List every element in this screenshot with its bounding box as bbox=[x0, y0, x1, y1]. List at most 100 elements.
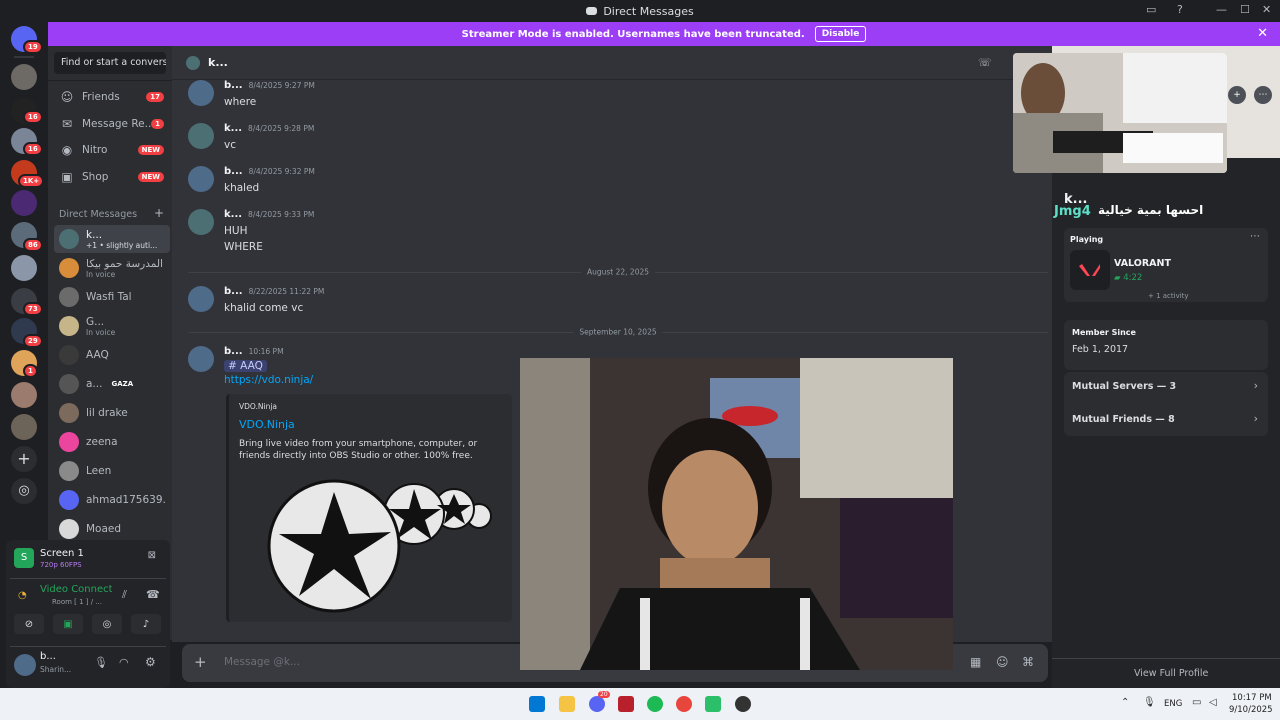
clock-date[interactable]: 9/10/2025 bbox=[1229, 705, 1273, 715]
nav-friends[interactable]: ☺ Friends 17 bbox=[54, 85, 168, 109]
share-screen-button[interactable]: ▣ bbox=[53, 614, 83, 634]
sticker-icon[interactable]: ▦ bbox=[970, 655, 981, 669]
more-activity[interactable]: + 1 activity bbox=[1148, 292, 1189, 300]
attach-plus-icon[interactable]: + bbox=[194, 653, 207, 671]
add-server-icon[interactable]: + bbox=[11, 446, 37, 472]
create-dm-icon[interactable]: + bbox=[154, 206, 164, 220]
dm-item[interactable]: Moaed bbox=[54, 515, 170, 543]
chrome-icon[interactable] bbox=[676, 696, 692, 712]
app-icon[interactable] bbox=[705, 696, 721, 712]
mutual-servers[interactable]: Mutual Servers — 3 bbox=[1072, 381, 1176, 392]
avatar[interactable] bbox=[188, 80, 214, 106]
message-link[interactable]: https://vdo.ninja/ bbox=[224, 374, 313, 386]
search-conversation-button[interactable]: Find or start a convers... bbox=[54, 52, 166, 74]
message-text: khalid come vc bbox=[224, 302, 304, 314]
server-icon[interactable] bbox=[11, 382, 37, 408]
nitro-icon: ◉ bbox=[61, 143, 73, 157]
call-icon[interactable]: ☏ bbox=[978, 56, 992, 69]
app-icon[interactable] bbox=[735, 696, 751, 712]
app-icon[interactable] bbox=[618, 696, 634, 712]
emoji-icon[interactable]: ☺ bbox=[996, 655, 1009, 669]
avatar[interactable] bbox=[188, 166, 214, 192]
avatar[interactable] bbox=[188, 209, 214, 235]
camera-off-button[interactable]: ⊘ bbox=[14, 614, 44, 634]
server-icon[interactable] bbox=[11, 190, 37, 216]
screen-title: Screen 1 bbox=[40, 548, 84, 559]
message-author[interactable]: b... bbox=[224, 286, 243, 297]
nav-message-requests[interactable]: ✉ Message Re... 1 bbox=[54, 112, 168, 136]
disconnect-icon[interactable]: ☎ bbox=[146, 588, 160, 601]
avatar[interactable] bbox=[188, 123, 214, 149]
game-time-value: 4:22 bbox=[1123, 273, 1143, 283]
message-author[interactable]: b... bbox=[224, 346, 243, 357]
dm-item[interactable]: Leen bbox=[54, 457, 170, 485]
nav-shop[interactable]: ▣ Shop NEW bbox=[54, 165, 168, 189]
server-icon[interactable] bbox=[11, 255, 37, 281]
minimize-button[interactable]: — bbox=[1216, 3, 1227, 16]
dm-section-header: Direct Messages bbox=[59, 209, 138, 220]
channel-mention[interactable]: # AAQ bbox=[224, 360, 267, 372]
message-author[interactable]: b... bbox=[224, 166, 243, 177]
message-author[interactable]: b... bbox=[224, 80, 243, 91]
start-windows-icon[interactable] bbox=[529, 696, 545, 712]
dm-status: In voice bbox=[86, 269, 116, 279]
dm-item[interactable]: المدرسة حمو بيكا In voice bbox=[54, 254, 170, 282]
avatar[interactable] bbox=[14, 654, 36, 676]
dm-item[interactable]: lil drake bbox=[54, 399, 170, 427]
microphone-icon[interactable]: 🎙 bbox=[1143, 697, 1156, 708]
discord-taskbar-icon[interactable] bbox=[589, 696, 605, 712]
file-explorer-icon[interactable] bbox=[559, 696, 575, 712]
message-author[interactable]: k... bbox=[224, 123, 242, 134]
dm-item[interactable]: ahmad175639. bbox=[54, 486, 170, 514]
dm-item[interactable]: zeena bbox=[54, 428, 170, 456]
volume-icon[interactable]: ◁ bbox=[1209, 697, 1217, 708]
apps-gamepad-icon[interactable]: ⌘ bbox=[1022, 655, 1034, 669]
embed-title[interactable]: VDO.Ninja bbox=[239, 418, 502, 431]
server-icon[interactable] bbox=[11, 64, 37, 90]
microphone-icon[interactable]: 🎙 bbox=[94, 656, 108, 669]
close-banner-icon[interactable]: ✕ bbox=[1257, 26, 1268, 41]
clock-time[interactable]: 10:17 PM bbox=[1232, 693, 1272, 703]
activity-more-icon[interactable]: ⋯ bbox=[1250, 231, 1260, 242]
nav-nitro[interactable]: ◉ Nitro NEW bbox=[54, 138, 168, 162]
server-icon[interactable] bbox=[11, 414, 37, 440]
voice-status[interactable]: Video Connected bbox=[40, 584, 112, 595]
discover-icon[interactable]: ◎ bbox=[11, 478, 37, 504]
hash-icon: # bbox=[228, 360, 241, 372]
activity-button[interactable]: ◎ bbox=[92, 614, 122, 634]
help-icon[interactable]: ? bbox=[1177, 3, 1183, 16]
dm-item[interactable]: G... In voice bbox=[54, 312, 170, 340]
settings-gear-icon[interactable]: ⚙ bbox=[145, 655, 156, 669]
dm-item[interactable]: Wasfi Tal bbox=[54, 283, 170, 311]
link-embed: VDO.Ninja VDO.Ninja Bring live video fro… bbox=[226, 394, 512, 622]
network-icon[interactable]: ▭ bbox=[1192, 697, 1201, 708]
nav-badge: 17 bbox=[146, 92, 164, 102]
message-input[interactable]: Message @k... bbox=[224, 656, 300, 668]
stop-stream-icon[interactable]: ⊠ bbox=[148, 550, 156, 561]
noise-suppression-icon[interactable]: ⫽ bbox=[122, 588, 127, 602]
chevron-right-icon[interactable]: › bbox=[1254, 379, 1258, 392]
view-full-profile-link[interactable]: View Full Profile bbox=[1134, 668, 1208, 679]
avatar[interactable] bbox=[188, 286, 214, 312]
mutual-friends[interactable]: Mutual Friends — 8 bbox=[1072, 414, 1175, 425]
disable-streamer-button[interactable]: Disable bbox=[814, 26, 867, 42]
more-options-icon[interactable]: ⋯ bbox=[1254, 86, 1272, 104]
message-author[interactable]: k... bbox=[224, 209, 242, 220]
add-friend-icon[interactable]: + bbox=[1228, 86, 1246, 104]
language-indicator[interactable]: ENG bbox=[1164, 699, 1182, 709]
spotify-icon[interactable] bbox=[647, 696, 663, 712]
chevron-right-icon[interactable]: › bbox=[1254, 412, 1258, 425]
avatar[interactable] bbox=[188, 346, 214, 372]
headphones-icon[interactable]: ◠ bbox=[119, 656, 129, 669]
maximize-button[interactable]: ☐ bbox=[1240, 3, 1250, 16]
dm-item[interactable]: AAQ bbox=[54, 341, 170, 369]
chevron-up-icon[interactable]: ⌃ bbox=[1121, 697, 1129, 708]
dm-item[interactable]: k... +1 • slightly auti... bbox=[54, 225, 170, 253]
dm-item[interactable]: a... GAZA bbox=[54, 370, 170, 398]
server-badge: 29 bbox=[23, 334, 43, 348]
inbox-icon[interactable]: ▭ bbox=[1146, 3, 1156, 16]
soundboard-button[interactable]: ♪ bbox=[131, 614, 161, 634]
close-window-button[interactable]: ✕ bbox=[1262, 3, 1271, 16]
webcam-overlay-small bbox=[1013, 53, 1227, 173]
member-since-date: Feb 1, 2017 bbox=[1072, 344, 1129, 355]
